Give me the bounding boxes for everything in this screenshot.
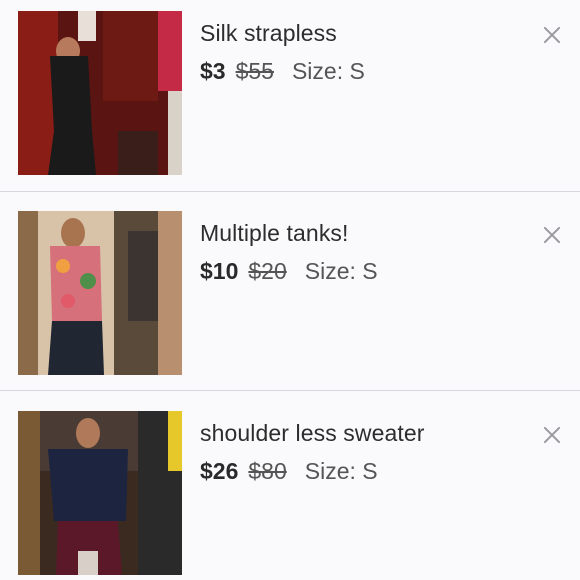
price-line: $10 $20 Size: S — [200, 258, 378, 285]
listing-size: Size: S — [304, 458, 378, 484]
original-price: $20 — [248, 258, 287, 284]
price-line: $3 $55 Size: S — [200, 58, 365, 85]
listing-photo[interactable] — [18, 211, 182, 375]
listing-size: Size: S — [304, 258, 378, 284]
listing-title[interactable]: Multiple tanks! — [200, 220, 349, 247]
listing-size: Size: S — [291, 58, 365, 84]
listing-price: $26 — [200, 458, 239, 484]
listing-title[interactable]: Silk strapless — [200, 20, 337, 47]
listing-photo[interactable] — [18, 11, 182, 175]
listing-price: $3 — [200, 58, 226, 84]
listing-photo[interactable] — [18, 411, 182, 575]
divider — [0, 390, 580, 391]
original-price: $80 — [248, 458, 287, 484]
price-line: $26 $80 Size: S — [200, 458, 378, 485]
close-icon[interactable] — [540, 223, 564, 247]
listing-item[interactable]: Multiple tanks! $10 $20 Size: S — [0, 200, 580, 380]
original-price: $55 — [235, 58, 274, 84]
listing-price: $10 — [200, 258, 239, 284]
listing-item[interactable]: shoulder less sweater $26 $80 Size: S — [0, 400, 580, 580]
listing-list: Silk strapless $3$55Size: S Multiple t — [0, 0, 580, 580]
listing-item[interactable]: Silk strapless $3 $55 Size: S — [0, 0, 580, 180]
listing-title[interactable]: shoulder less sweater — [200, 420, 425, 447]
close-icon[interactable] — [540, 423, 564, 447]
divider — [0, 191, 580, 192]
close-icon[interactable] — [540, 23, 564, 47]
